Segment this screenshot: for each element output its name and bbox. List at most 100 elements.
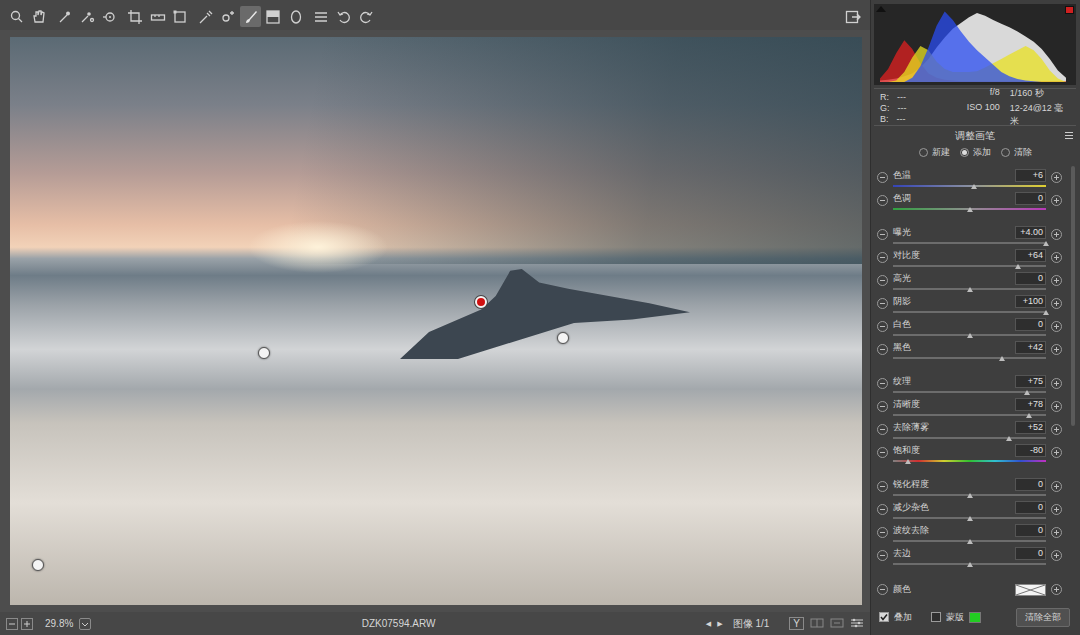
mode-radio[interactable]: 新建 xyxy=(919,146,950,159)
scrollbar[interactable] xyxy=(1071,166,1075,426)
decrease-button[interactable] xyxy=(877,321,888,332)
slider-thumb[interactable] xyxy=(1015,264,1021,269)
brush-pin[interactable] xyxy=(557,332,569,344)
increase-button[interactable] xyxy=(1051,481,1062,492)
slider-track[interactable] xyxy=(893,208,1046,210)
mode-label[interactable]: 新建 xyxy=(932,147,950,157)
tool-button[interactable] xyxy=(29,6,50,27)
slider-value[interactable]: 0 xyxy=(1015,547,1046,560)
decrease-button[interactable] xyxy=(877,481,888,492)
mode-label[interactable]: 添加 xyxy=(973,147,991,157)
decrease-button[interactable] xyxy=(877,229,888,240)
increase-button[interactable] xyxy=(1051,252,1062,263)
tool-button[interactable] xyxy=(6,6,27,27)
slider-value[interactable]: 0 xyxy=(1015,501,1046,514)
slider-thumb[interactable] xyxy=(905,459,911,464)
slider-thumb[interactable] xyxy=(1024,390,1030,395)
slider-track[interactable] xyxy=(893,414,1046,416)
increase-button[interactable] xyxy=(1051,321,1062,332)
slider-value[interactable]: +78 xyxy=(1015,398,1046,411)
radio-button[interactable] xyxy=(1001,148,1010,157)
increase-button[interactable] xyxy=(1051,275,1062,286)
highlight-clipping-warning-icon[interactable] xyxy=(1065,6,1074,14)
tool-button[interactable] xyxy=(170,6,191,27)
slider-track[interactable] xyxy=(893,517,1046,519)
slider-thumb[interactable] xyxy=(967,207,973,212)
decrease-button[interactable] xyxy=(877,378,888,389)
increase-button[interactable] xyxy=(1051,550,1062,561)
slider-value[interactable]: 0 xyxy=(1015,192,1046,205)
decrease-button[interactable] xyxy=(877,298,888,309)
slider-value[interactable]: +4.00 xyxy=(1015,226,1046,239)
slider-value[interactable]: -80 xyxy=(1015,444,1046,457)
increase-button[interactable] xyxy=(1051,584,1062,595)
increase-button[interactable] xyxy=(1051,401,1062,412)
slider-track[interactable] xyxy=(893,391,1046,393)
slider-track[interactable] xyxy=(893,494,1046,496)
before-after-button[interactable]: Y xyxy=(789,617,804,630)
panel-menu-button[interactable] xyxy=(1064,131,1074,142)
decrease-button[interactable] xyxy=(877,344,888,355)
increase-button[interactable] xyxy=(1051,527,1062,538)
tool-button[interactable] xyxy=(195,6,216,27)
slider-track[interactable] xyxy=(893,540,1046,542)
decrease-button[interactable] xyxy=(877,195,888,206)
mask-color-swatch[interactable] xyxy=(969,612,981,623)
slider-value[interactable]: 0 xyxy=(1015,272,1046,285)
mode-radio[interactable]: 添加 xyxy=(960,146,991,159)
slider-thumb[interactable] xyxy=(967,516,973,521)
slider-track[interactable] xyxy=(893,288,1046,290)
overlay-label[interactable]: 叠加 xyxy=(894,611,912,624)
zoom-dropdown[interactable] xyxy=(79,618,91,630)
slider-thumb[interactable] xyxy=(1043,310,1049,315)
increase-button[interactable] xyxy=(1051,172,1062,183)
decrease-button[interactable] xyxy=(877,550,888,561)
color-swatch[interactable] xyxy=(1015,584,1046,596)
slider-thumb[interactable] xyxy=(967,562,973,567)
mask-label[interactable]: 蒙版 xyxy=(946,611,964,624)
slider-track[interactable] xyxy=(893,437,1046,439)
slider-value[interactable]: +64 xyxy=(1015,249,1046,262)
slider-track[interactable] xyxy=(893,311,1046,313)
view-settings-button[interactable] xyxy=(850,617,864,631)
decrease-button[interactable] xyxy=(877,504,888,515)
zoom-level[interactable]: 29.8% xyxy=(45,618,73,629)
slider-track[interactable] xyxy=(893,265,1046,267)
decrease-button[interactable] xyxy=(877,401,888,412)
decrease-button[interactable] xyxy=(877,584,888,595)
previous-image-button[interactable]: ◀ xyxy=(706,620,711,628)
decrease-button[interactable] xyxy=(877,447,888,458)
increase-button[interactable] xyxy=(1051,378,1062,389)
mode-label[interactable]: 清除 xyxy=(1014,147,1032,157)
tool-button[interactable] xyxy=(356,6,377,27)
radio-button[interactable] xyxy=(960,148,969,157)
increase-button[interactable] xyxy=(1051,298,1062,309)
slider-track[interactable] xyxy=(893,242,1046,244)
tool-button[interactable] xyxy=(263,6,284,27)
tool-button[interactable] xyxy=(285,6,306,27)
slider-track[interactable] xyxy=(893,185,1046,187)
slider-value[interactable]: +42 xyxy=(1015,341,1046,354)
brush-pin[interactable] xyxy=(32,559,44,571)
shadow-clipping-warning-icon[interactable] xyxy=(876,6,886,12)
decrease-button[interactable] xyxy=(877,172,888,183)
slider-thumb[interactable] xyxy=(999,356,1005,361)
increase-button[interactable] xyxy=(1051,447,1062,458)
slider-value[interactable]: 0 xyxy=(1015,318,1046,331)
slider-value[interactable]: 0 xyxy=(1015,478,1046,491)
tool-button[interactable] xyxy=(333,6,354,27)
tool-button[interactable] xyxy=(54,6,75,27)
tool-button[interactable] xyxy=(311,6,332,27)
mode-radio[interactable]: 清除 xyxy=(1001,146,1032,159)
slider-track[interactable] xyxy=(893,357,1046,359)
radio-button[interactable] xyxy=(919,148,928,157)
slider-thumb[interactable] xyxy=(967,539,973,544)
mask-checkbox[interactable] xyxy=(931,612,941,622)
slider-track[interactable] xyxy=(893,460,1046,462)
increase-button[interactable] xyxy=(1051,229,1062,240)
decrease-button[interactable] xyxy=(877,275,888,286)
increase-button[interactable] xyxy=(1051,424,1062,435)
slider-value[interactable]: +75 xyxy=(1015,375,1046,388)
slider-track[interactable] xyxy=(893,563,1046,565)
slider-thumb[interactable] xyxy=(1006,436,1012,441)
